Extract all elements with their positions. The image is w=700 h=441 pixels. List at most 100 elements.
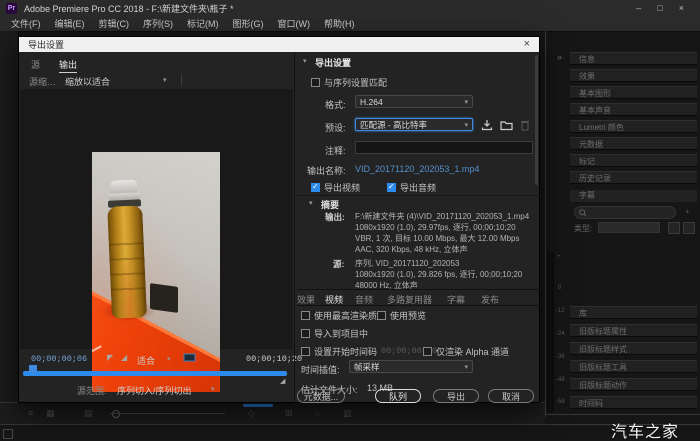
status-icon — [3, 429, 13, 439]
menu-file[interactable]: 文件(F) — [4, 17, 48, 30]
panel-tab-legacy-title-properties[interactable]: 旧版标题属性 — [570, 324, 697, 337]
panel-button-2[interactable] — [683, 222, 695, 234]
zoom-level-dropdown[interactable]: 适合 — [137, 354, 155, 367]
delete-preset-icon[interactable] — [520, 119, 530, 131]
use-previews-checkbox[interactable]: 使用预览 — [377, 309, 426, 322]
output-name-link[interactable]: VID_20171120_202053_1.mp4 — [355, 164, 479, 174]
match-sequence-checkbox[interactable]: 与序列设置匹配 — [311, 76, 387, 89]
time-interpolation-dropdown[interactable]: 帧采样 ▾ — [349, 360, 473, 373]
panel-tab-essential-graphics[interactable]: 基本图形 — [570, 86, 697, 99]
divider — [297, 195, 541, 196]
zoom-slider-knob[interactable] — [112, 410, 120, 418]
cancel-button[interactable]: 取消 — [488, 389, 534, 403]
maximize-icon[interactable]: □ — [657, 3, 662, 13]
menu-sequence[interactable]: 序列(S) — [136, 17, 180, 30]
menu-graphics[interactable]: 图形(G) — [226, 17, 271, 30]
panel-tab-markers[interactable]: 标记 — [570, 154, 697, 167]
scrollbar-thumb[interactable] — [243, 404, 273, 407]
preset-dropdown[interactable]: 匹配源 - 高比特率 ▾ — [355, 118, 473, 131]
set-start-timecode-label: 设置开始时间码 — [314, 347, 377, 357]
comment-label: 注释: — [325, 144, 346, 157]
watermark-text: 汽车之家 — [611, 418, 679, 441]
panel-tab-legacy-title-actions[interactable]: 旧版标题动作 — [570, 378, 697, 391]
panel-tab-effects[interactable]: 效果 — [570, 69, 697, 82]
in-point-icon[interactable]: ◤ — [107, 353, 113, 362]
menu-edit[interactable]: 编辑(E) — [48, 17, 92, 30]
export-audio-checkbox[interactable]: 导出音频 — [387, 181, 436, 194]
panel-tab-legacy-title-tools[interactable]: 旧版标题工具 — [570, 360, 697, 373]
format-dropdown[interactable]: H.264 ▾ — [355, 95, 473, 108]
minimize-icon[interactable]: – — [636, 3, 641, 13]
output-monitor-icon[interactable] — [183, 353, 196, 363]
checkbox-checked-icon[interactable] — [387, 183, 396, 192]
panel-search-input[interactable] — [574, 206, 676, 219]
dialog-scrollbar[interactable] — [535, 55, 538, 185]
divider — [181, 74, 182, 86]
export-button[interactable]: 导出 — [433, 389, 479, 403]
current-timecode[interactable]: 00;00;00;06 — [31, 354, 87, 364]
set-start-timecode-checkbox[interactable]: 设置开始时间码 — [301, 345, 377, 358]
type-filter-dropdown[interactable] — [598, 222, 660, 233]
search-add-icon[interactable]: + — [685, 207, 690, 216]
menu-help[interactable]: 帮助(H) — [317, 17, 362, 30]
checkbox-icon[interactable] — [301, 329, 310, 338]
source-range-dropdown[interactable]: 序列切入/序列切出 — [117, 384, 192, 397]
chevron-down-icon: ▾ — [464, 363, 468, 371]
panel-tab-lumetri-color[interactable]: Lumetri 颜色 — [570, 120, 697, 133]
panel-button-1[interactable] — [668, 222, 680, 234]
section-chevron-icon[interactable]: ▾ — [303, 57, 307, 65]
work-area-bar[interactable] — [23, 371, 287, 376]
divider — [297, 289, 541, 290]
tab-output[interactable]: 输出 — [59, 58, 77, 73]
checkbox-icon[interactable] — [301, 311, 310, 320]
source-range-label: 源范围: — [77, 384, 107, 397]
comment-input[interactable] — [355, 141, 533, 154]
summary-output-line: AAC, 320 Kbps, 48 kHz, 立体声 — [355, 244, 468, 255]
divider — [297, 305, 541, 306]
queue-button[interactable]: 队列 — [375, 389, 421, 403]
panel-tab-legacy-title-styles[interactable]: 旧版标题样式 — [570, 342, 697, 355]
checkbox-icon[interactable] — [423, 347, 432, 356]
source-scaling-dropdown[interactable]: 缩放以适合 — [65, 75, 110, 88]
import-preset-folder-icon[interactable] — [500, 119, 513, 131]
close-icon[interactable]: × — [679, 3, 684, 13]
save-preset-icon[interactable] — [481, 119, 493, 131]
chevron-down-icon: ▾ — [464, 121, 468, 129]
dialog-titlebar[interactable]: 导出设置 × — [19, 37, 539, 52]
menu-markers[interactable]: 标记(M) — [180, 17, 226, 30]
menu-window[interactable]: 窗口(W) — [271, 17, 318, 30]
chevron-down-icon: ▾ — [167, 355, 171, 363]
premiere-app-window: Pr Adobe Premiere Pro CC 2018 - F:\新建文件夹… — [0, 0, 700, 441]
panel-tab-history[interactable]: 历史记录 — [570, 171, 697, 184]
source-scaling-label: 源缩… — [29, 75, 56, 88]
dialog-close-icon[interactable]: × — [524, 39, 530, 50]
checkbox-icon[interactable] — [301, 347, 310, 356]
menu-clip[interactable]: 剪辑(C) — [92, 17, 137, 30]
panel-tab-info[interactable]: 信息 — [570, 52, 697, 65]
export-video-checkbox[interactable]: 导出视频 — [311, 181, 360, 194]
max-render-quality-checkbox[interactable]: 使用最高渲染质量 — [301, 309, 386, 322]
checkbox-checked-icon[interactable] — [311, 183, 320, 192]
checkbox-icon[interactable] — [377, 311, 386, 320]
panel-tab-libraries[interactable]: 库 — [570, 306, 697, 319]
panel-tab-timecode[interactable]: 时间码 — [570, 396, 697, 409]
zoom-slider[interactable] — [110, 413, 225, 414]
panel-tab-metadata[interactable]: 元数据 — [570, 137, 697, 150]
export-audio-label: 导出音频 — [400, 183, 436, 193]
premiere-logo-icon: Pr — [6, 3, 17, 14]
out-point-icon[interactable]: ◢ — [121, 353, 127, 362]
metadata-button[interactable]: 元数据... — [297, 389, 345, 403]
panel-tab-essential-sound[interactable]: 基本声音 — [570, 103, 697, 116]
section-chevron-icon[interactable]: ▾ — [309, 199, 313, 207]
import-into-project-checkbox[interactable]: 导入到项目中 — [301, 327, 368, 340]
resize-handle-icon[interactable]: ◢ — [280, 377, 285, 385]
render-alpha-checkbox[interactable]: 仅渲染 Alpha 通道 — [423, 345, 509, 358]
tab-source[interactable]: 源 — [31, 58, 40, 71]
type-filter-label: 类型: — [574, 223, 592, 234]
divider — [546, 414, 700, 415]
cancel-button-label: 取消 — [502, 390, 520, 403]
captions-panel-header[interactable]: 字幕 — [570, 190, 697, 202]
time-interpolation-label: 时间插值: — [301, 363, 340, 376]
collapse-dock-icon[interactable]: » — [557, 52, 562, 62]
checkbox-icon[interactable] — [311, 78, 320, 87]
